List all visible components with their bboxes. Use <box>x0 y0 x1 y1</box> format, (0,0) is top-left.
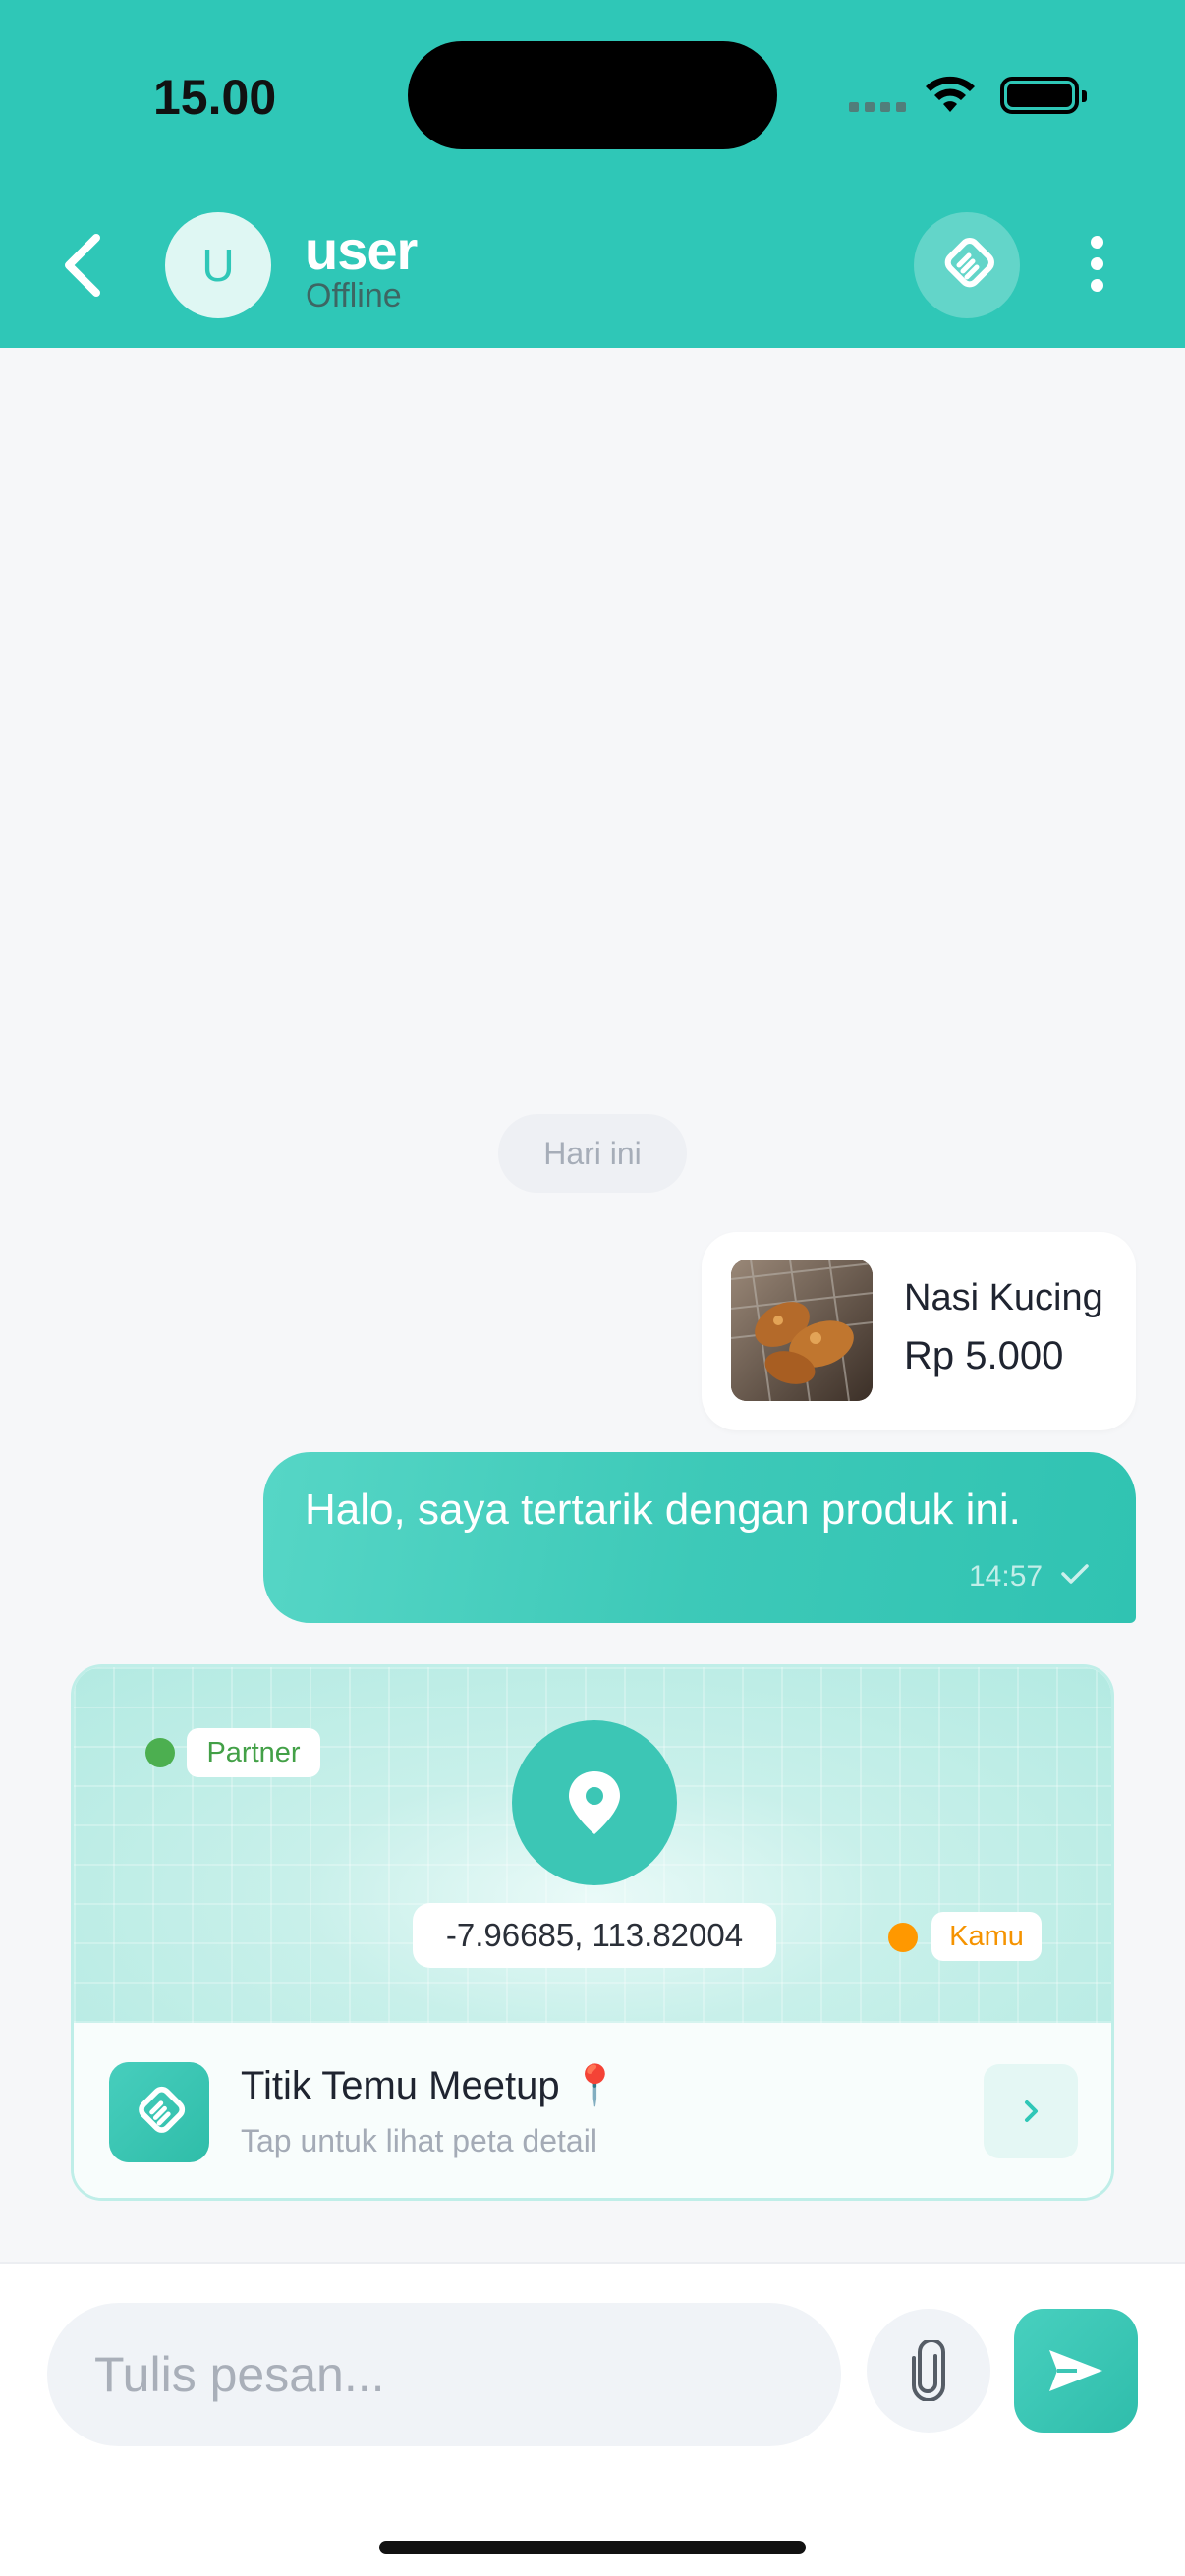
location-pin <box>512 1720 677 1885</box>
paperclip-icon <box>912 2340 945 2401</box>
open-map-button[interactable] <box>984 2064 1078 2158</box>
meetup-location-card[interactable]: Partner -7.96685, 113.82004 Kamu Titik T… <box>71 1664 1114 2201</box>
message-composer <box>0 2262 1185 2576</box>
wifi-icon <box>926 76 975 112</box>
attach-button[interactable] <box>867 2309 990 2433</box>
chevron-right-icon <box>1025 2100 1038 2122</box>
chat-user-status: Offline <box>306 277 402 314</box>
meetup-subtitle: Tap untuk lihat peta detail <box>241 2123 597 2158</box>
location-pin-icon <box>569 1771 620 1834</box>
meetup-icon <box>109 2062 209 2162</box>
product-name: Nasi Kucing <box>904 1277 1103 1318</box>
dynamic-island <box>408 41 777 149</box>
home-indicator <box>379 2541 806 2554</box>
handshake-icon <box>139 2086 186 2133</box>
product-card[interactable]: Nasi Kucing Rp 5.000 <box>702 1232 1136 1430</box>
more-icon[interactable] <box>1091 236 1103 292</box>
cellular-signal-icon <box>849 102 906 112</box>
message-text: Halo, saya tertarik dengan produk ini. <box>305 1485 1021 1534</box>
product-price: Rp 5.000 <box>904 1334 1064 1377</box>
product-image <box>731 1260 873 1401</box>
partner-marker <box>145 1738 175 1767</box>
meetup-button[interactable] <box>914 212 1020 318</box>
check-icon <box>1061 1564 1089 1584</box>
send-icon <box>1049 2350 1102 2391</box>
message-time: 14:57 <box>969 1560 1044 1593</box>
battery-icon <box>1000 77 1087 114</box>
sent-message-bubble[interactable]: Halo, saya tertarik dengan produk ini. 1… <box>263 1452 1136 1623</box>
meetup-title: Titik Temu Meetup 📍 <box>241 2064 620 2107</box>
avatar[interactable]: U <box>165 212 271 318</box>
send-button[interactable] <box>1014 2309 1138 2433</box>
meetup-info-row[interactable]: Titik Temu Meetup 📍 Tap untuk lihat peta… <box>74 2023 1111 2198</box>
handshake-icon <box>944 238 994 288</box>
status-time: 15.00 <box>153 70 277 125</box>
date-separator: Hari ini <box>498 1114 687 1193</box>
map-preview[interactable]: Partner -7.96685, 113.82004 Kamu <box>74 1667 1111 2023</box>
you-label: Kamu <box>931 1912 1042 1961</box>
message-input[interactable] <box>47 2303 841 2446</box>
you-marker <box>888 1923 918 1952</box>
coordinates-label: -7.96685, 113.82004 <box>413 1903 776 1968</box>
chat-header: 15.00 U user Offline <box>0 0 1185 348</box>
back-icon[interactable] <box>55 228 114 303</box>
partner-label: Partner <box>187 1728 320 1777</box>
chat-user-name: user <box>305 219 418 281</box>
